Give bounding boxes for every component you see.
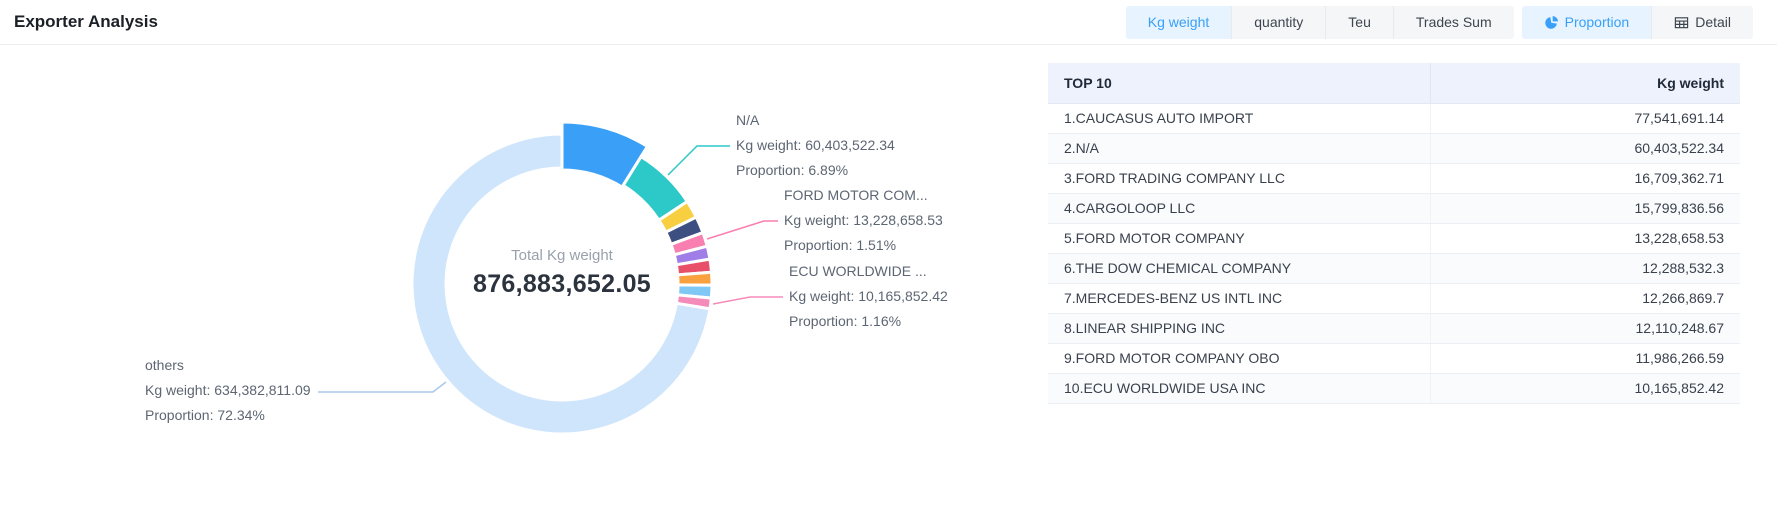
chart-annotation-others: others Kg weight: 634,382,811.09 Proport… [145,353,311,428]
kg-weight-cell: 77,541,691.14 [1430,103,1740,133]
label-leader-line [713,297,783,304]
tab-label: Teu [1348,14,1371,30]
exporter-name-cell: 4.CARGOLOOP LLC [1048,193,1430,223]
tab-proportion[interactable]: Proportion [1522,6,1652,39]
annotation-kg-weight: Kg weight: 13,228,658.53 [784,208,943,233]
table-row[interactable]: 2.N/A60,403,522.34 [1048,133,1740,163]
kg-weight-cell: 12,288,532.3 [1430,253,1740,283]
tab-teu[interactable]: Teu [1325,6,1393,39]
top10-table-container: TOP 10 Kg weight 1.CAUCASUS AUTO IMPORT7… [1048,63,1740,404]
tab-label: quantity [1254,14,1303,30]
annotation-series-name: FORD MOTOR COM... [784,183,943,208]
annotation-kg-weight: Kg weight: 634,382,811.09 [145,378,311,403]
table-row[interactable]: 3.FORD TRADING COMPANY LLC16,709,362.71 [1048,163,1740,193]
table-row[interactable]: 8.LINEAR SHIPPING INC12,110,248.67 [1048,313,1740,343]
table-row[interactable]: 5.FORD MOTOR COMPANY13,228,658.53 [1048,223,1740,253]
exporter-name-cell: 8.LINEAR SHIPPING INC [1048,313,1430,343]
annotation-proportion: Proportion: 1.16% [789,309,948,334]
display-tab-group: Proportion Detail [1522,6,1753,39]
annotation-proportion: Proportion: 6.89% [736,158,895,183]
annotation-kg-weight: Kg weight: 10,165,852.42 [789,284,948,309]
exporter-name-cell: 5.FORD MOTOR COMPANY [1048,223,1430,253]
annotation-kg-weight: Kg weight: 60,403,522.34 [736,133,895,158]
kg-weight-cell: 15,799,836.56 [1430,193,1740,223]
header: Exporter Analysis Kg weight quantity Teu… [0,0,1777,45]
label-leader-line [318,382,446,392]
tab-label: Kg weight [1148,14,1209,30]
table-header-row: TOP 10 Kg weight [1048,63,1740,103]
kg-weight-cell: 11,986,266.59 [1430,343,1740,373]
metric-tab-group: Kg weight quantity Teu Trades Sum [1126,6,1514,39]
chart-annotation-ecu-worldwide: ECU WORLDWIDE ... Kg weight: 10,165,852.… [789,259,948,334]
table-row[interactable]: 10.ECU WORLDWIDE USA INC10,165,852.42 [1048,373,1740,403]
kg-weight-cell: 10,165,852.42 [1430,373,1740,403]
exporter-name-cell: 2.N/A [1048,133,1430,163]
view-tabs: Kg weight quantity Teu Trades Sum Pr [1126,6,1753,39]
donut-slice[interactable] [678,272,712,285]
exporter-name-cell: 6.THE DOW CHEMICAL COMPANY [1048,253,1430,283]
table-row[interactable]: 4.CARGOLOOP LLC15,799,836.56 [1048,193,1740,223]
exporter-name-cell: 3.FORD TRADING COMPANY LLC [1048,163,1430,193]
exporter-name-cell: 9.FORD MOTOR COMPANY OBO [1048,343,1430,373]
annotation-series-name: N/A [736,108,895,133]
table-row[interactable]: 1.CAUCASUS AUTO IMPORT77,541,691.14 [1048,103,1740,133]
chart-annotation-na: N/A Kg weight: 60,403,522.34 Proportion:… [736,108,895,183]
table-icon [1674,15,1689,30]
pie-chart-icon [1544,15,1559,30]
page-title: Exporter Analysis [14,12,158,32]
annotation-proportion: Proportion: 72.34% [145,403,311,428]
column-header-top10: TOP 10 [1048,63,1430,103]
exporter-name-cell: 1.CAUCASUS AUTO IMPORT [1048,103,1430,133]
main-content: Total Kg weight 876,883,652.05 N/A Kg we… [0,45,1777,516]
annotation-series-name: ECU WORLDWIDE ... [789,259,948,284]
tab-quantity[interactable]: quantity [1231,6,1325,39]
label-leader-line [668,146,730,175]
tab-label: Trades Sum [1416,14,1492,30]
table-row[interactable]: 7.MERCEDES-BENZ US INTL INC12,266,869.7 [1048,283,1740,313]
kg-weight-cell: 60,403,522.34 [1430,133,1740,163]
annotation-series-name: others [145,353,311,378]
table-row[interactable]: 6.THE DOW CHEMICAL COMPANY12,288,532.3 [1048,253,1740,283]
kg-weight-cell: 12,110,248.67 [1430,313,1740,343]
kg-weight-cell: 16,709,362.71 [1430,163,1740,193]
top10-table: TOP 10 Kg weight 1.CAUCASUS AUTO IMPORT7… [1048,63,1740,404]
exporter-name-cell: 7.MERCEDES-BENZ US INTL INC [1048,283,1430,313]
tab-label: Proportion [1565,14,1630,30]
annotation-proportion: Proportion: 1.51% [784,233,943,258]
tab-trades-sum[interactable]: Trades Sum [1393,6,1514,39]
column-header-kg-weight: Kg weight [1430,63,1740,103]
tab-kg-weight[interactable]: Kg weight [1126,6,1231,39]
kg-weight-cell: 13,228,658.53 [1430,223,1740,253]
tab-detail[interactable]: Detail [1651,6,1753,39]
label-leader-line [707,221,778,239]
exporter-name-cell: 10.ECU WORLDWIDE USA INC [1048,373,1430,403]
chart-annotation-ford-motor: FORD MOTOR COM... Kg weight: 13,228,658.… [784,183,943,258]
kg-weight-cell: 12,266,869.7 [1430,283,1740,313]
tab-label: Detail [1695,14,1731,30]
table-row[interactable]: 9.FORD MOTOR COMPANY OBO11,986,266.59 [1048,343,1740,373]
